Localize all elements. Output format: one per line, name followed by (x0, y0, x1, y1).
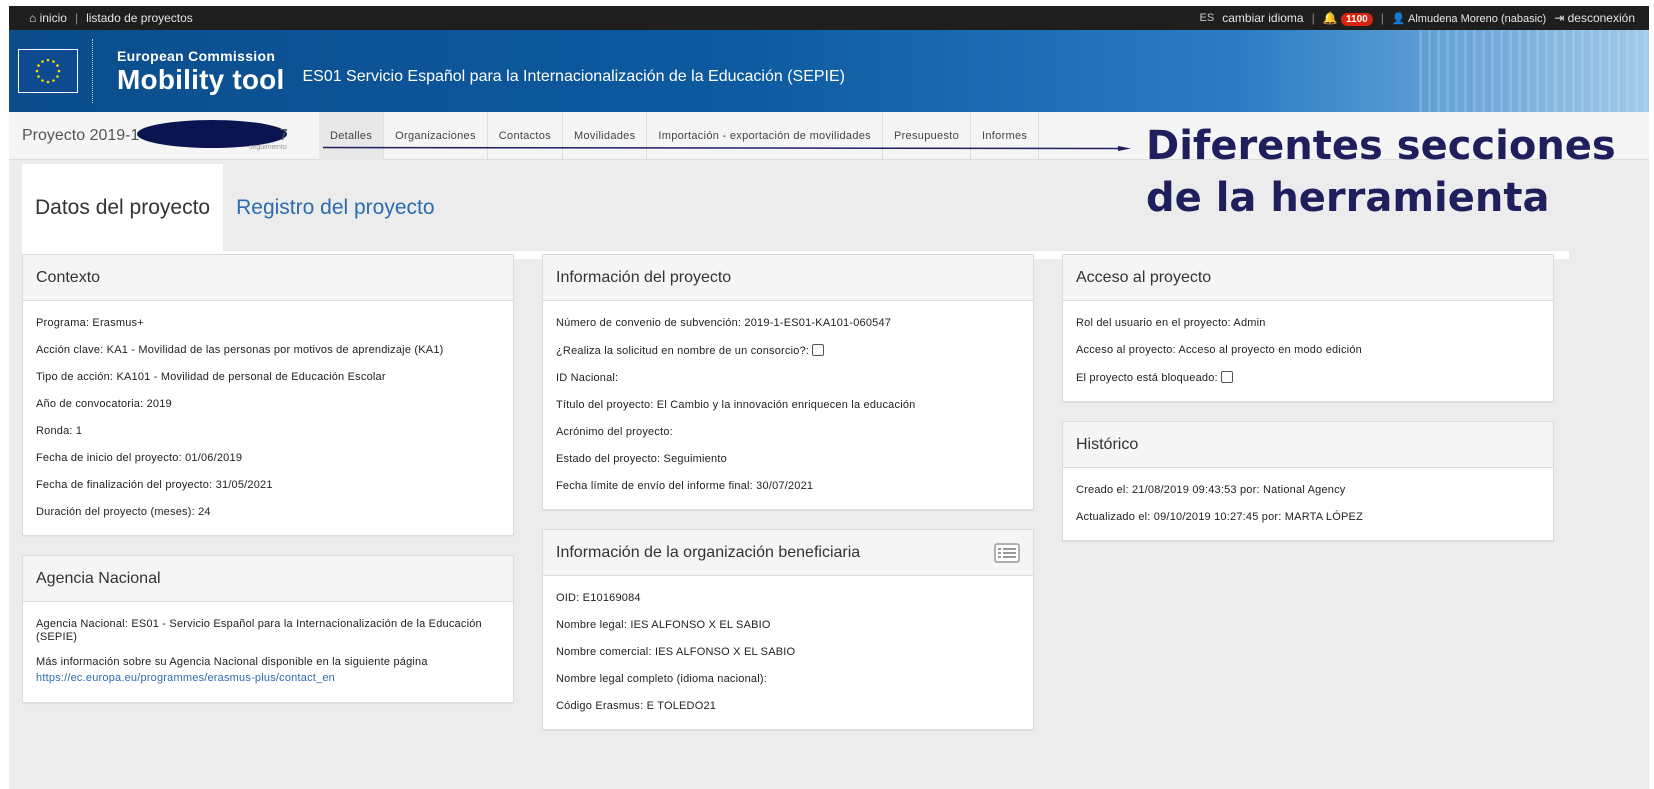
brand-mobility-tool: Mobility tool (117, 63, 285, 95)
separator: | (1311, 11, 1315, 25)
logout-label: desconexión (1567, 11, 1635, 25)
grant-agreement-number: Número de convenio de subvención: 2019-1… (556, 317, 892, 329)
project-status-small: seguimiento (249, 143, 287, 151)
tab-presupuesto[interactable]: Presupuesto (883, 111, 972, 160)
home-icon: ⌂ (29, 11, 37, 25)
notifications-button[interactable]: 🔔 1100 (1322, 11, 1373, 26)
org-row: Código Erasmus: E TOLEDO21 (556, 700, 717, 712)
user-icon: 👤 (1391, 12, 1406, 25)
locked-checkbox[interactable] (1220, 371, 1233, 383)
tab-contactos[interactable]: Contactos (488, 111, 564, 160)
agency-name: Agencia Nacional: ES01 - Servicio Españo… (36, 618, 482, 643)
bell-icon: 🔔 (1322, 11, 1338, 25)
home-label: inicio (39, 11, 67, 25)
panel-title: Histórico (1063, 422, 1553, 468)
project-access: Acceso al proyecto: Acceso al proyecto e… (1076, 344, 1362, 356)
context-row: Programa: Erasmus+ (36, 317, 144, 329)
context-row: Tipo de acción: KA101 - Movilidad de per… (36, 371, 386, 383)
panel-agencia-nacional: Agencia Nacional Agencia Nacional: ES01 … (22, 555, 514, 703)
consortium-checkbox[interactable] (812, 344, 825, 356)
panel-historico: Histórico Creado el: 21/08/2019 09:43:53… (1062, 421, 1554, 541)
user-menu[interactable]: 👤 Almudena Moreno (nabasic) (1392, 12, 1546, 25)
panel-title: Acceso al proyecto (1063, 255, 1553, 301)
header-banner: European Commission Mobility tool ES01 S… (9, 30, 1649, 112)
banner-decoration (1419, 30, 1649, 112)
panel-title: Contexto (23, 255, 513, 301)
column-middle: Información del proyecto Número de conve… (542, 254, 1034, 749)
app-frame: ⌂ inicio | listado de proyectos ES cambi… (9, 6, 1649, 789)
created-info: Creado el: 21/08/2019 09:43:53 por: Nati… (1076, 484, 1346, 496)
notification-badge: 1100 (1341, 13, 1373, 26)
agency-contact-link[interactable]: https://ec.europa.eu/programmes/erasmus-… (36, 670, 500, 686)
list-view-icon[interactable] (994, 542, 1020, 563)
consortium-label: ¿Realiza la solicitud en nombre de un co… (556, 345, 810, 357)
consortium-row: ¿Realiza la solicitud en nombre de un co… (556, 344, 1020, 358)
tab-organizaciones[interactable]: Organizaciones (384, 111, 488, 160)
panel-title: Información del proyecto (543, 255, 1033, 301)
annotation-line-1: Diferentes secciones (1146, 123, 1616, 169)
organisation-title: ES01 Servicio Español para la Internacio… (302, 68, 845, 85)
panel-head: Información de la organización beneficia… (543, 530, 1033, 576)
locked-label: El proyecto está bloqueado: (1076, 372, 1218, 384)
national-id: ID Nacional: (556, 372, 619, 384)
final-report-deadline: Fecha límite de envío del informe final:… (556, 480, 814, 492)
current-language: ES (1199, 12, 1215, 24)
project-locked-row: El proyecto está bloqueado: (1076, 371, 1540, 385)
projects-list-link[interactable]: listado de proyectos (86, 11, 193, 25)
panel-acceso-proyecto: Acceso al proyecto Rol del usuario en el… (1062, 254, 1554, 402)
logout-link[interactable]: ⇥ desconexión (1554, 11, 1635, 25)
panel-title: Agencia Nacional (23, 556, 513, 602)
separator: | (74, 11, 79, 25)
tab-informes[interactable]: Informes (971, 111, 1040, 160)
org-row: Nombre legal completo (idioma nacional): (556, 673, 767, 685)
home-link[interactable]: ⌂ inicio (29, 11, 67, 25)
user-role: Rol del usuario en el proyecto: Admin (1076, 317, 1266, 329)
context-row: Año de convocatoria: 2019 (36, 398, 172, 410)
panel-title: Información de la organización beneficia… (556, 543, 861, 561)
tab-importacion-exportacion[interactable]: Importación - exportación de movilidades (647, 111, 883, 160)
agency-info-text: Más información sobre su Agencia Naciona… (36, 656, 428, 668)
brand[interactable]: European Commission Mobility tool (117, 49, 284, 94)
panel-contexto: Contexto Programa: Erasmus+ Acción clave… (22, 254, 514, 536)
context-row: Ronda: 1 (36, 425, 83, 437)
project-status: Estado del proyecto: Seguimiento (556, 453, 727, 465)
project-acronym: Acrónimo del proyecto: (556, 426, 673, 438)
context-row: Duración del proyecto (meses): 24 (36, 506, 211, 518)
panel-informacion-proyecto: Información del proyecto Número de conve… (542, 254, 1034, 510)
column-right: Acceso al proyecto Rol del usuario en el… (1062, 254, 1554, 560)
annotation-arrow (323, 146, 1131, 151)
top-bar: ⌂ inicio | listado de proyectos ES cambi… (9, 6, 1649, 30)
org-row: Nombre comercial: IES ALFONSO X EL SABIO (556, 646, 796, 658)
column-left: Contexto Programa: Erasmus+ Acción clave… (22, 254, 514, 722)
change-language-link[interactable]: cambiar idioma (1222, 11, 1303, 25)
context-row: Acción clave: KA1 - Movilidad de las per… (36, 344, 444, 356)
context-row: Fecha de finalización del proyecto: 31/0… (36, 479, 273, 491)
section-tabs: Detalles Organizaciones Contactos Movili… (319, 111, 1040, 160)
tab-detalles[interactable]: Detalles (319, 111, 385, 160)
org-row: OID: E10169084 (556, 592, 641, 604)
annotation-line-2: de la herramienta (1146, 175, 1550, 221)
org-row: Nombre legal: IES ALFONSO X EL SABIO (556, 619, 771, 631)
user-name: Almudena Moreno (nabasic) (1408, 12, 1547, 25)
project-title-row: Título del proyecto: El Cambio y la inno… (556, 399, 916, 411)
updated-info: Actualizado el: 09/10/2019 10:27:45 por:… (1076, 511, 1363, 523)
project-title: Proyecto 2019-1-E 7 seguimiento (9, 119, 319, 151)
separator: | (1380, 11, 1384, 25)
logo-divider (92, 39, 93, 103)
eu-flag-logo (18, 49, 78, 93)
brand-ec: European Commission (117, 47, 276, 64)
tab-movilidades[interactable]: Movilidades (563, 111, 648, 160)
logout-icon: ⇥ (1554, 11, 1565, 25)
context-row: Fecha de inicio del proyecto: 01/06/2019 (36, 452, 243, 464)
annotation-text: Diferentes secciones de la herramienta (1146, 120, 1616, 224)
subtab-registro-proyecto[interactable]: Registro del proyecto (223, 164, 447, 251)
project-code-suffix: 7 (279, 126, 288, 144)
project-code-prefix: Proyecto 2019-1-E (22, 126, 156, 144)
subtab-datos-proyecto[interactable]: Datos del proyecto (22, 164, 224, 251)
eu-stars-icon (35, 58, 61, 84)
panel-organizacion-beneficiaria: Información de la organización beneficia… (542, 529, 1034, 730)
